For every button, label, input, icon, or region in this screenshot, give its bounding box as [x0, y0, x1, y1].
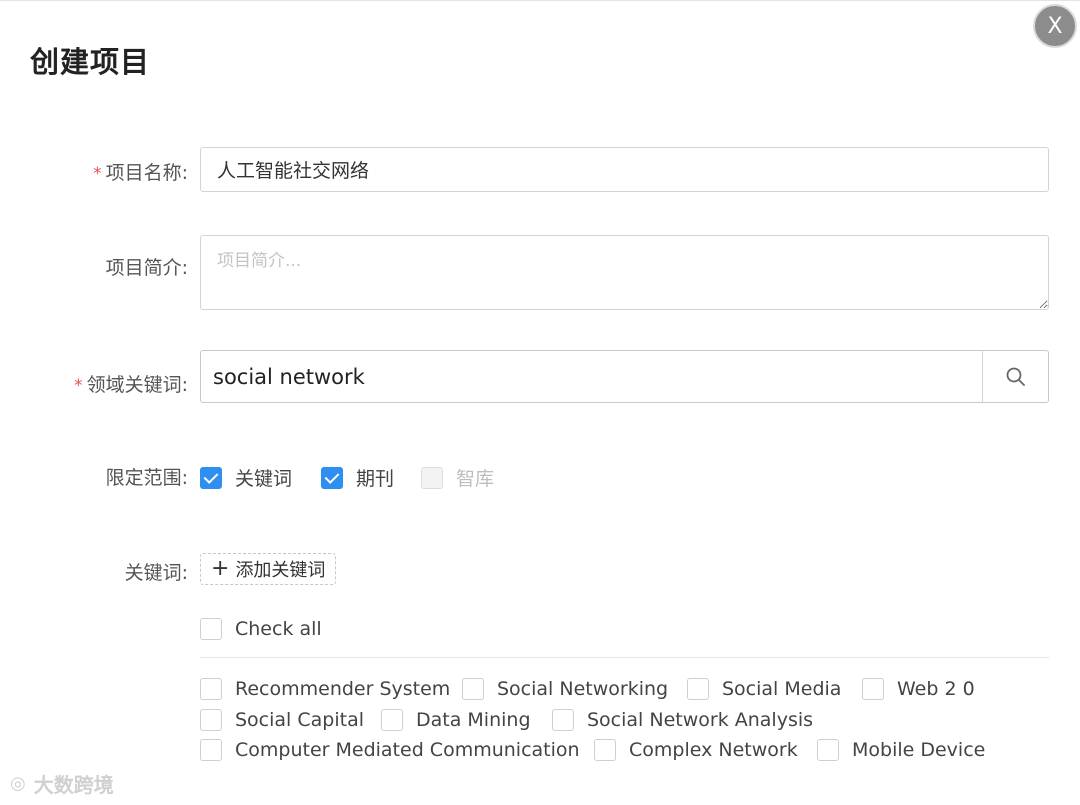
scope-option-label: 智库	[456, 468, 495, 490]
keyword-item[interactable]: Mobile Device	[817, 739, 985, 761]
checkbox[interactable]	[817, 739, 839, 761]
checkbox[interactable]	[200, 678, 222, 700]
checkbox[interactable]	[552, 709, 574, 731]
create-project-dialog: 创建项目 X *项目名称: 项目简介: *领域关键词: 限定范围: 关键词 期刊…	[0, 0, 1080, 805]
scope-option-keyword[interactable]: 关键词	[200, 464, 292, 491]
search-icon	[1006, 367, 1025, 386]
required-mark: *	[74, 376, 83, 396]
keyword-item[interactable]: Data Mining	[381, 709, 531, 731]
required-mark: *	[93, 164, 102, 184]
keyword-item[interactable]: Social Capital	[200, 709, 364, 731]
checkbox[interactable]	[687, 678, 709, 700]
checkbox[interactable]	[200, 618, 222, 640]
checkbox[interactable]	[594, 739, 616, 761]
add-keyword-label: 添加关键词	[235, 560, 326, 581]
scope-option-label: 期刊	[356, 468, 395, 490]
logo-icon: ◎	[10, 773, 26, 794]
check-all[interactable]: Check all	[200, 618, 322, 640]
domain-keyword-search	[200, 350, 1049, 403]
keyword-item[interactable]: Recommender System	[200, 678, 450, 700]
keyword-label: Social Media	[722, 678, 842, 700]
checkbox[interactable]	[462, 678, 484, 700]
keyword-label: Web 2 0	[897, 678, 975, 700]
scope-label: 限定范围:	[105, 467, 188, 489]
domain-keyword-label: * 领域关键词:	[74, 374, 188, 396]
keyword-label: Mobile Device	[852, 739, 986, 761]
dialog-title: 创建项目	[30, 45, 151, 79]
scope-option-label: 关键词	[235, 468, 293, 490]
keyword-item[interactable]: Computer Mediated Communication	[200, 739, 580, 761]
checkbox[interactable]	[862, 678, 884, 700]
keyword-label: Computer Mediated Communication	[235, 739, 580, 761]
checkbox-checked[interactable]	[321, 466, 343, 489]
keyword-label: Recommender System	[235, 678, 451, 700]
project-intro-textarea[interactable]	[200, 235, 1049, 310]
keyword-item[interactable]: Social Networking	[462, 678, 668, 700]
keyword-item[interactable]: Social Network Analysis	[552, 709, 813, 731]
close-button[interactable]: X	[1033, 4, 1077, 48]
keyword-item[interactable]: Complex Network	[594, 739, 798, 761]
keyword-label: Social Network Analysis	[587, 709, 814, 731]
watermark-text: 大数跨境	[33, 773, 114, 797]
project-intro-label: 项目简介:	[105, 257, 188, 279]
project-name-label: * 项目名称:	[93, 162, 188, 184]
keywords-label: 关键词:	[124, 562, 188, 584]
divider	[200, 657, 1049, 658]
watermark: ◎ 大数跨境	[10, 769, 114, 798]
search-button[interactable]	[982, 351, 1048, 402]
add-keyword-button[interactable]: + 添加关键词	[200, 553, 337, 585]
scope-option-journal[interactable]: 期刊	[321, 464, 394, 491]
plus-icon: +	[211, 556, 230, 581]
keyword-item[interactable]: Web 2 0	[862, 678, 975, 700]
domain-keyword-input[interactable]	[201, 351, 982, 402]
keyword-label: Complex Network	[629, 739, 798, 761]
keyword-label: Data Mining	[416, 709, 531, 731]
project-name-input[interactable]	[200, 147, 1049, 192]
checkbox[interactable]	[200, 709, 222, 731]
keyword-item[interactable]: Social Media	[687, 678, 841, 700]
checkbox-checked[interactable]	[200, 466, 222, 489]
checkbox[interactable]	[200, 739, 222, 761]
keyword-label: Social Networking	[497, 678, 669, 700]
check-all-label: Check all	[235, 618, 322, 640]
scope-option-thinktank: 智库	[421, 464, 494, 491]
keyword-label: Social Capital	[235, 709, 364, 731]
checkbox[interactable]	[381, 709, 403, 731]
checkbox-disabled	[421, 466, 443, 489]
